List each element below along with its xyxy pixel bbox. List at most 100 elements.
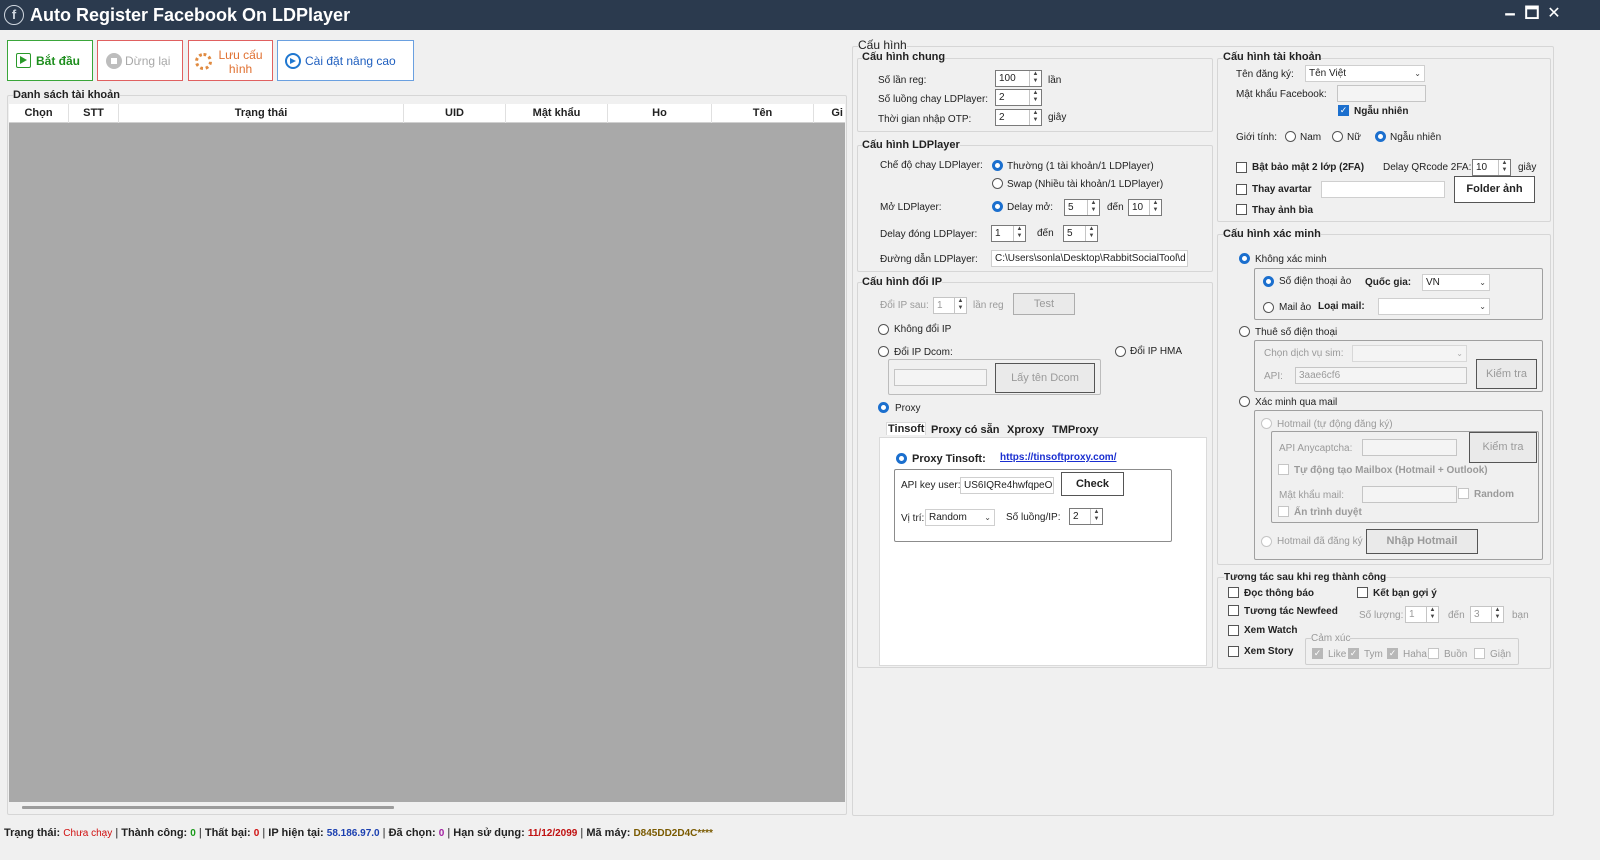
tab-xproxy[interactable]: Xproxy xyxy=(1007,424,1044,436)
verify-config-title: Cấu hình xác minh xyxy=(1223,228,1321,240)
no-change-ip-radio[interactable] xyxy=(878,324,889,335)
rent-phone-radio[interactable] xyxy=(1239,326,1250,337)
ld-path-input[interactable]: C:\Users\sonla\Desktop\RabbitSocialTool\… xyxy=(991,250,1188,267)
location-select[interactable]: Random ⌄ xyxy=(925,509,995,526)
anycaptcha-input[interactable] xyxy=(1362,439,1457,456)
threads-spinner[interactable]: 2 ▲ ▼ xyxy=(995,89,1042,106)
column-header[interactable]: Mật khẩu xyxy=(506,104,608,123)
per-ip-spinner[interactable]: 2 ▲ ▼ xyxy=(1069,508,1103,525)
maximize-button[interactable]: 🗖 xyxy=(1522,4,1542,24)
gender-male-radio[interactable] xyxy=(1285,131,1296,142)
fb-password-input[interactable] xyxy=(1337,85,1426,102)
read-notif-checkbox[interactable] xyxy=(1228,587,1239,598)
save-config-button[interactable]: Lưu cấu hình xyxy=(188,40,273,81)
stop-button[interactable]: Dừng lại xyxy=(97,40,183,81)
gender-random-radio[interactable] xyxy=(1375,131,1386,142)
tab-proxy-available[interactable]: Proxy có sẵn xyxy=(931,424,999,436)
add-friends-checkbox[interactable] xyxy=(1357,587,1368,598)
import-hotmail-button[interactable]: Nhập Hotmail xyxy=(1366,529,1478,554)
story-checkbox[interactable] xyxy=(1228,646,1239,657)
country-select[interactable]: VN ⌄ xyxy=(1422,274,1490,291)
haha-checkbox[interactable]: ✓ xyxy=(1387,648,1398,659)
no-verify-radio[interactable] xyxy=(1239,253,1250,264)
save-config-label: Lưu cấu hình xyxy=(218,48,263,76)
column-header[interactable]: Tên xyxy=(712,104,814,123)
gender-female-radio[interactable] xyxy=(1332,131,1343,142)
mail-random-checkbox[interactable] xyxy=(1458,488,1469,499)
newsfeed-checkbox[interactable] xyxy=(1228,605,1239,616)
twofa-label: Bật bảo mật 2 lớp (2FA) xyxy=(1252,162,1365,173)
proxy-radio[interactable] xyxy=(878,402,889,413)
hotmail-registered-label: Hotmail đã đăng ký xyxy=(1277,536,1363,547)
proxy-tinsoft-radio[interactable] xyxy=(896,453,907,464)
password-random-checkbox[interactable]: ✓ xyxy=(1338,105,1349,116)
rent-api-input[interactable]: 3aae6cf6 xyxy=(1295,367,1467,384)
via-mail-radio[interactable] xyxy=(1239,396,1250,407)
hma-radio[interactable] xyxy=(1115,346,1126,357)
love-checkbox[interactable]: ✓ xyxy=(1348,648,1359,659)
ld-mode-normal-radio[interactable] xyxy=(992,160,1003,171)
close-button[interactable]: ✕ xyxy=(1544,4,1564,24)
tab-tinsoft[interactable]: Tinsoft xyxy=(886,422,927,435)
qr-delay-spinner[interactable]: 10 ▲ ▼ xyxy=(1472,159,1511,176)
change-ip-after-spinner[interactable]: 1 ▲ ▼ xyxy=(933,297,967,314)
anycaptcha-check-button[interactable]: Kiểm tra xyxy=(1469,432,1537,463)
hotmail-registered-radio[interactable] xyxy=(1261,536,1272,547)
open-from-spinner[interactable]: 5 ▲ ▼ xyxy=(1064,199,1100,216)
delay-open-radio[interactable] xyxy=(992,201,1003,212)
friend-qty-from-spinner[interactable]: 1 ▲ ▼ xyxy=(1405,606,1439,623)
sim-service-select[interactable]: ⌄ xyxy=(1352,345,1467,362)
sad-checkbox[interactable] xyxy=(1428,648,1439,659)
column-header[interactable]: Chọn xyxy=(9,104,69,123)
register-name-select[interactable]: Tên Việt ⌄ xyxy=(1305,65,1425,82)
column-header[interactable]: Ho xyxy=(608,104,712,123)
like-checkbox[interactable]: ✓ xyxy=(1312,648,1323,659)
hotmail-auto-radio[interactable] xyxy=(1261,418,1272,429)
reg-count-spinner[interactable]: 100 ▲ ▼ xyxy=(995,70,1042,87)
virtual-mail-radio[interactable] xyxy=(1263,302,1274,313)
advanced-settings-button[interactable]: Cài đặt nâng cao xyxy=(277,40,414,81)
get-dcom-button[interactable]: Lấy tên Dcom xyxy=(995,363,1095,393)
hide-browser-checkbox[interactable] xyxy=(1278,506,1289,517)
mail-password-input[interactable] xyxy=(1362,486,1457,503)
dcom-name-input[interactable] xyxy=(894,369,987,386)
ld-path-label: Đường dẫn LDPlayer: xyxy=(880,254,978,265)
virtual-phone-radio[interactable] xyxy=(1263,276,1274,287)
rent-check-button[interactable]: Kiểm tra xyxy=(1476,359,1537,389)
cover-checkbox[interactable] xyxy=(1236,204,1247,215)
proxy-label: Proxy xyxy=(895,403,921,414)
avatar-checkbox[interactable] xyxy=(1236,184,1247,195)
column-header[interactable]: Trạng thái xyxy=(119,104,404,123)
machine-label: Mã máy: xyxy=(586,827,631,839)
twofa-checkbox[interactable] xyxy=(1236,162,1247,173)
check-api-button[interactable]: Check xyxy=(1061,472,1124,496)
auto-mailbox-checkbox[interactable] xyxy=(1278,464,1289,475)
minimize-button[interactable]: 🗕 xyxy=(1500,4,1520,24)
api-key-input[interactable]: US6IQRe4hwfqpeO xyxy=(960,477,1054,494)
avatar-folder-input[interactable] xyxy=(1321,181,1445,198)
dcom-radio[interactable] xyxy=(878,346,889,357)
open-to-spinner[interactable]: 10 ▲ ▼ xyxy=(1128,199,1162,216)
tab-tmproxy[interactable]: TMProxy xyxy=(1052,424,1098,436)
account-grid[interactable]: Chọn STT Trạng thái UID Mật khẩu Ho Tên … xyxy=(9,104,845,802)
close-from-spinner[interactable]: 1 ▲ ▼ xyxy=(991,225,1026,242)
reg-count-label: Số lần reg: xyxy=(878,75,927,86)
column-header[interactable]: Gi xyxy=(814,104,845,123)
close-to-spinner[interactable]: 5 ▲ ▼ xyxy=(1063,225,1098,242)
column-header[interactable]: STT xyxy=(69,104,119,123)
angry-checkbox[interactable] xyxy=(1474,648,1485,659)
ldplayer-config-title: Cấu hình LDPlayer xyxy=(862,139,960,151)
state-label: Trạng thái: xyxy=(4,827,61,839)
otp-time-spinner[interactable]: 2 ▲ ▼ xyxy=(995,109,1042,126)
horizontal-scrollbar[interactable] xyxy=(22,806,394,809)
tinsoft-link[interactable]: https://tinsoftproxy.com/ xyxy=(1000,452,1116,463)
mail-type-select[interactable]: ⌄ xyxy=(1378,298,1490,315)
angry-label: Giận xyxy=(1490,649,1512,660)
start-button[interactable]: Bắt đầu xyxy=(7,40,93,81)
folder-button[interactable]: Folder ảnh xyxy=(1454,176,1535,203)
watch-checkbox[interactable] xyxy=(1228,625,1239,636)
column-header[interactable]: UID xyxy=(404,104,506,123)
friend-qty-to-spinner[interactable]: 3 ▲ ▼ xyxy=(1470,606,1504,623)
test-ip-button[interactable]: Test xyxy=(1013,293,1075,315)
ld-mode-swap-radio[interactable] xyxy=(992,178,1003,189)
